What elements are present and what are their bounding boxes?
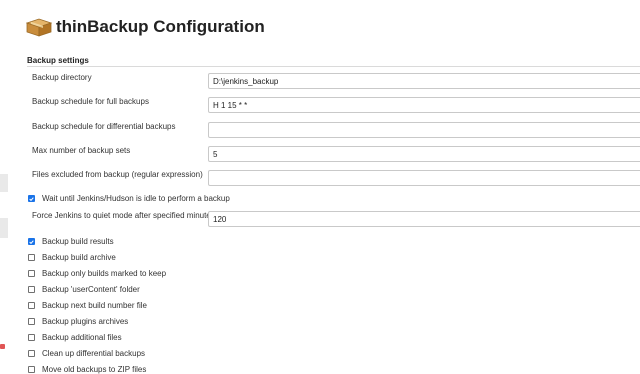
- checkbox-unchecked-icon[interactable]: [28, 302, 35, 309]
- section-divider: [27, 66, 640, 67]
- build-archive-label: Backup build archive: [42, 253, 116, 262]
- full-schedule-label: Backup schedule for full backups: [32, 97, 149, 106]
- quiet-mode-label: Force Jenkins to quiet mode after specif…: [32, 211, 215, 220]
- checkbox-unchecked-icon[interactable]: [28, 350, 35, 357]
- backup-directory-label: Backup directory: [32, 73, 92, 82]
- checkbox-checked-icon[interactable]: [28, 195, 35, 202]
- checkbox-unchecked-icon[interactable]: [28, 318, 35, 325]
- section-title: Backup settings: [27, 56, 89, 65]
- user-content-label: Backup 'userContent' folder: [42, 285, 140, 294]
- next-build-number-label: Backup next build number file: [42, 301, 147, 310]
- diff-schedule-input[interactable]: [208, 122, 640, 138]
- plugins-archives-checkbox[interactable]: Backup plugins archives: [28, 317, 128, 326]
- full-schedule-input[interactable]: [208, 97, 640, 113]
- checkbox-unchecked-icon[interactable]: [28, 334, 35, 341]
- build-results-checkbox[interactable]: Backup build results: [28, 237, 114, 246]
- checkbox-unchecked-icon[interactable]: [28, 254, 35, 261]
- builds-keep-label: Backup only builds marked to keep: [42, 269, 167, 278]
- package-box-icon: [26, 18, 52, 37]
- plugins-archives-label: Backup plugins archives: [42, 317, 129, 326]
- additional-files-label: Backup additional files: [42, 333, 122, 342]
- next-build-number-checkbox[interactable]: Backup next build number file: [28, 301, 147, 310]
- user-content-checkbox[interactable]: Backup 'userContent' folder: [28, 285, 140, 294]
- sidebar-edge: [0, 218, 8, 238]
- sidebar-edge: [0, 174, 8, 192]
- checkbox-checked-icon[interactable]: [28, 238, 35, 245]
- additional-files-checkbox[interactable]: Backup additional files: [28, 333, 122, 342]
- checkbox-unchecked-icon[interactable]: [28, 270, 35, 277]
- excluded-files-input[interactable]: [208, 170, 640, 186]
- backup-directory-input[interactable]: [208, 73, 640, 89]
- max-sets-label: Max number of backup sets: [32, 146, 131, 155]
- wait-idle-checkbox[interactable]: Wait until Jenkins/Hudson is idle to per…: [28, 194, 230, 203]
- cleanup-diff-checkbox[interactable]: Clean up differential backups: [28, 349, 145, 358]
- quiet-mode-input[interactable]: [208, 211, 640, 227]
- build-results-label: Backup build results: [42, 237, 114, 246]
- move-old-zip-checkbox[interactable]: Move old backups to ZIP files: [28, 365, 146, 374]
- sidebar-marker: [0, 344, 5, 349]
- wait-idle-label: Wait until Jenkins/Hudson is idle to per…: [42, 194, 230, 203]
- page-title: thinBackup Configuration: [56, 17, 265, 36]
- max-sets-input[interactable]: [208, 146, 640, 162]
- builds-keep-checkbox[interactable]: Backup only builds marked to keep: [28, 269, 166, 278]
- page-header: thinBackup Configuration: [26, 14, 265, 40]
- excluded-files-label: Files excluded from backup (regular expr…: [32, 170, 203, 179]
- build-archive-checkbox[interactable]: Backup build archive: [28, 253, 116, 262]
- move-old-zip-label: Move old backups to ZIP files: [42, 365, 147, 374]
- diff-schedule-label: Backup schedule for differential backups: [32, 122, 176, 131]
- checkbox-unchecked-icon[interactable]: [28, 286, 35, 293]
- cleanup-diff-label: Clean up differential backups: [42, 349, 146, 358]
- checkbox-unchecked-icon[interactable]: [28, 366, 35, 373]
